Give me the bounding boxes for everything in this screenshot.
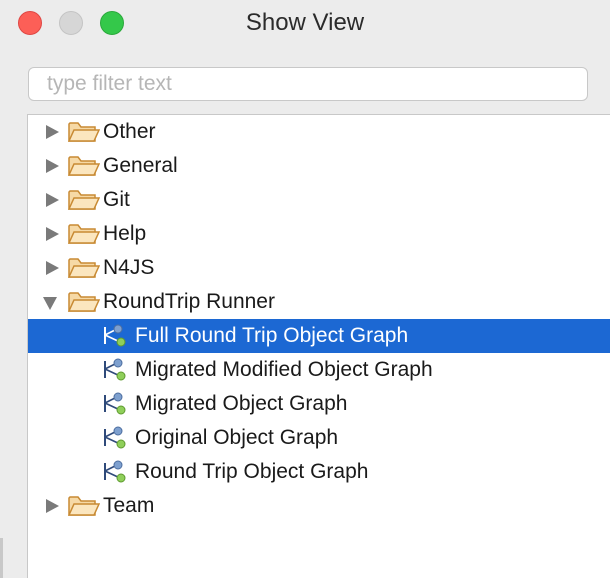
object-graph-view-icon bbox=[101, 392, 127, 416]
object-graph-view-icon bbox=[101, 358, 127, 382]
object-graph-view-icon bbox=[101, 426, 127, 450]
window-title: Show View bbox=[245, 9, 365, 36]
tree-folder-item[interactable]: Other bbox=[28, 115, 610, 149]
chevron-right-icon[interactable] bbox=[46, 227, 59, 241]
chevron-right-icon[interactable] bbox=[46, 193, 59, 207]
tree-item-label: Original Object Graph bbox=[135, 426, 339, 449]
view-tree[interactable]: Other General Git Help N4JS RoundTrip Runner F… bbox=[27, 114, 610, 578]
folder-icon bbox=[67, 189, 101, 211]
folder-icon bbox=[67, 495, 101, 517]
tree-folder-item[interactable]: RoundTrip Runner bbox=[28, 285, 610, 319]
chevron-right-icon[interactable] bbox=[46, 261, 59, 275]
tree-item-label: Team bbox=[103, 494, 155, 517]
tree-folder-item[interactable]: Team bbox=[28, 489, 610, 523]
folder-icon bbox=[67, 121, 101, 143]
title-bar: Show View bbox=[0, 0, 610, 46]
tree-item-label: N4JS bbox=[103, 256, 155, 279]
tree-item-label: Git bbox=[103, 188, 130, 211]
tree-view-item[interactable]: Migrated Modified Object Graph bbox=[28, 353, 610, 387]
tree-view-item[interactable]: Original Object Graph bbox=[28, 421, 610, 455]
tree-item-label: Other bbox=[103, 120, 156, 143]
folder-icon bbox=[67, 257, 101, 279]
tree-item-label: RoundTrip Runner bbox=[103, 290, 275, 313]
object-graph-view-icon bbox=[101, 460, 127, 484]
folder-icon bbox=[67, 155, 101, 177]
window-edge bbox=[0, 538, 3, 578]
tree-item-label: Migrated Modified Object Graph bbox=[135, 358, 433, 381]
chevron-right-icon[interactable] bbox=[46, 499, 59, 513]
object-graph-view-icon bbox=[101, 324, 127, 348]
tree-view-item[interactable]: Migrated Object Graph bbox=[28, 387, 610, 421]
tree-view-item[interactable]: Full Round Trip Object Graph bbox=[28, 319, 610, 353]
tree-item-label: Round Trip Object Graph bbox=[135, 460, 369, 483]
tree-item-label: Migrated Object Graph bbox=[135, 392, 348, 415]
chevron-right-icon[interactable] bbox=[46, 125, 59, 139]
filter-input[interactable] bbox=[28, 67, 588, 101]
tree-folder-item[interactable]: General bbox=[28, 149, 610, 183]
chevron-down-icon[interactable] bbox=[43, 297, 57, 310]
tree-folder-item[interactable]: Git bbox=[28, 183, 610, 217]
tree-folder-item[interactable]: N4JS bbox=[28, 251, 610, 285]
tree-view-item[interactable]: Round Trip Object Graph bbox=[28, 455, 610, 489]
tree-item-label: General bbox=[103, 154, 178, 177]
folder-icon bbox=[67, 223, 101, 245]
chevron-right-icon[interactable] bbox=[46, 159, 59, 173]
tree-folder-item[interactable]: Help bbox=[28, 217, 610, 251]
tree-item-label: Help bbox=[103, 222, 147, 245]
tree-item-label: Full Round Trip Object Graph bbox=[135, 324, 409, 347]
folder-icon bbox=[67, 291, 101, 313]
